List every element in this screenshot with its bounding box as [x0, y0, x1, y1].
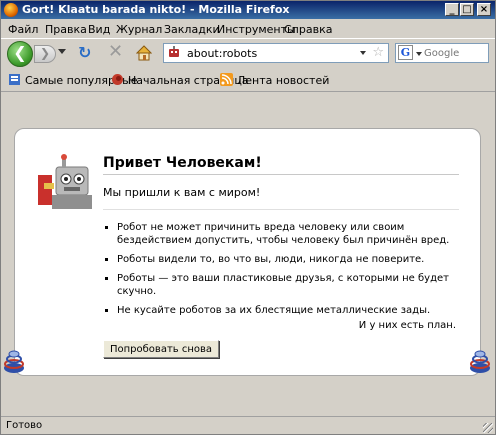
home-button[interactable]: [135, 45, 153, 61]
history-dropdown[interactable]: [58, 49, 66, 54]
browser-window: Gort! Klaatu barada nikto! - Mozilla Fir…: [0, 0, 496, 435]
stop-button[interactable]: ✕: [108, 43, 123, 61]
rss-icon: [220, 73, 233, 86]
reload-icon: ↻: [78, 43, 92, 62]
robot-favicon-icon: [169, 46, 179, 57]
maximize-button[interactable]: □: [460, 3, 474, 16]
divider: [103, 209, 459, 210]
resize-grip[interactable]: [483, 423, 493, 433]
search-bar[interactable]: G: [395, 43, 489, 63]
status-text: Готово: [6, 420, 43, 431]
menu-bar: Файл Правка Вид Журнал Закладки Инструме…: [1, 20, 495, 38]
bolt-icon: [4, 350, 24, 373]
close-button[interactable]: ×: [477, 3, 491, 16]
firefox-icon: [4, 3, 18, 17]
bookmarks-toolbar: Самые популярные Начальная страница Лент…: [1, 70, 495, 90]
robot-facts-list: Робот не может причинить вреда человеку …: [103, 221, 467, 323]
bookmark-news-feed[interactable]: Лента новостей: [220, 73, 329, 87]
firefox-icon: [112, 74, 123, 85]
search-input[interactable]: [424, 46, 484, 60]
menu-view[interactable]: Вид: [88, 23, 110, 36]
menu-help[interactable]: Справка: [284, 23, 332, 36]
content-area: Привет Человекам! Мы пришли к вам с миро…: [1, 91, 495, 416]
search-engine-dropdown[interactable]: [416, 52, 422, 56]
arrow-left-icon: ❮: [13, 43, 27, 62]
search-engine-icon[interactable]: G: [398, 45, 413, 60]
stop-icon: ✕: [108, 41, 124, 62]
url-input[interactable]: [187, 46, 357, 60]
reload-button[interactable]: ↻: [78, 45, 91, 61]
url-dropdown-icon[interactable]: [360, 51, 366, 55]
home-icon: [135, 45, 153, 61]
url-bar[interactable]: ☆: [163, 43, 389, 63]
menu-file[interactable]: Файл: [8, 23, 38, 36]
list-item: Не кусайте роботов за их блестящие метал…: [117, 304, 467, 317]
back-button[interactable]: ❮: [7, 41, 33, 67]
page-title: Привет Человекам!: [103, 155, 262, 171]
bookmark-star-icon[interactable]: ☆: [372, 45, 384, 60]
robot-icon: [38, 154, 92, 209]
status-bar: Готово: [1, 416, 495, 435]
footnote: И у них есть план.: [358, 320, 456, 331]
menu-history[interactable]: Журнал: [116, 23, 162, 36]
error-page-container: Привет Человекам! Мы пришли к вам с миро…: [14, 128, 481, 376]
menu-bookmarks[interactable]: Закладки: [164, 23, 220, 36]
menu-edit[interactable]: Правка: [45, 23, 87, 36]
window-title: Gort! Klaatu barada nikto! - Mozilla Fir…: [22, 3, 290, 16]
navigation-toolbar: ❮ ❯ ↻ ✕ ☆ G: [1, 38, 495, 69]
forward-button[interactable]: ❯: [34, 45, 56, 63]
minimize-button[interactable]: _: [445, 3, 459, 16]
list-item: Роботы видели то, во что вы, люди, никог…: [117, 253, 467, 266]
try-again-button[interactable]: Попробовать снова: [103, 340, 220, 358]
list-item: Робот не может причинить вреда человеку …: [117, 221, 467, 247]
list-item: Роботы — это ваши пластиковые друзья, с …: [117, 272, 467, 298]
title-bar: Gort! Klaatu barada nikto! - Mozilla Fir…: [1, 1, 495, 19]
divider: [103, 174, 459, 175]
bookmark-icon: [9, 74, 20, 85]
bookmark-label: Лента новостей: [237, 74, 330, 87]
arrow-right-icon: ❯: [39, 46, 51, 60]
page-lead: Мы пришли к вам с миром!: [103, 186, 261, 199]
bolt-icon: [470, 350, 490, 373]
